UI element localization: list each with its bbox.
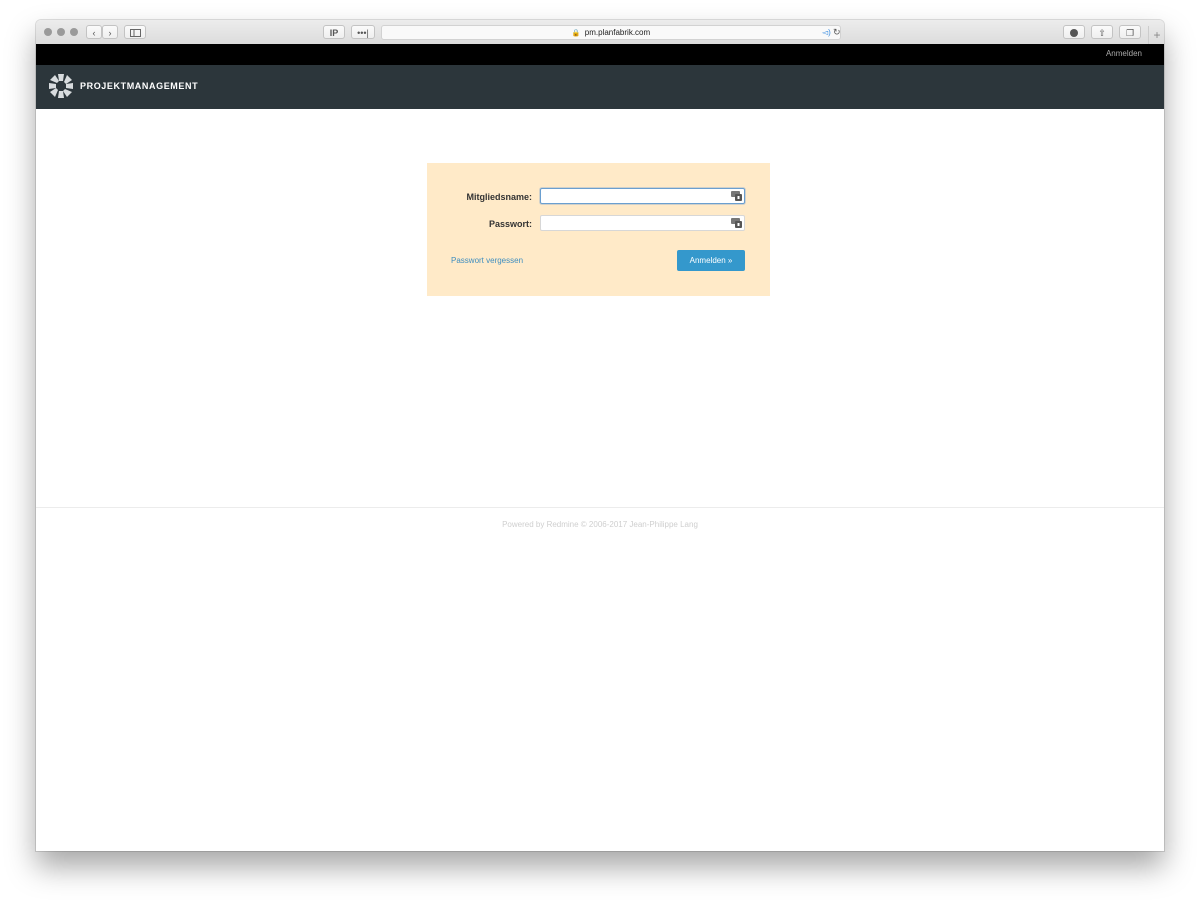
login-button[interactable]: Anmelden »	[677, 250, 745, 271]
chevron-right-icon: ›	[108, 28, 112, 38]
zoom-window-icon[interactable]	[70, 28, 78, 36]
password-manager-icon[interactable]	[731, 191, 742, 201]
lock-icon: 🔒	[571, 30, 581, 37]
password-manager-icon[interactable]	[731, 218, 742, 228]
browser-window: ‹ › IP •••| 🔒 pm.planfabrik.com ◅) ↻ ⇧ ❐	[36, 20, 1164, 851]
username-label: Mitgliedsname:	[466, 192, 532, 202]
footer: Powered by Redmine © 2006-2017 Jean-Phil…	[36, 520, 1164, 529]
password-input[interactable]	[540, 215, 745, 231]
back-button[interactable]: ‹	[86, 25, 102, 39]
browser-toolbar: ‹ › IP •••| 🔒 pm.planfabrik.com ◅) ↻ ⇧ ❐	[36, 20, 1164, 45]
close-window-icon[interactable]	[44, 28, 52, 36]
plus-icon: +	[1153, 28, 1161, 42]
footer-prefix: Powered by	[502, 520, 547, 529]
address-bar[interactable]: 🔒 pm.planfabrik.com ◅) ↻	[381, 25, 841, 40]
tabs-icon: ❐	[1125, 28, 1135, 38]
chevron-left-icon: ‹	[92, 28, 96, 38]
forgot-password-link[interactable]: Passwort vergessen	[451, 256, 523, 265]
account-bar: Anmelden	[36, 44, 1164, 65]
share-icon: ⇧	[1098, 28, 1106, 38]
login-form: Mitgliedsname: Passwort: Passwort verges…	[427, 163, 770, 296]
address-text: pm.planfabrik.com	[584, 28, 651, 37]
sidebar-toggle-button[interactable]	[124, 25, 146, 39]
downloads-button[interactable]	[1063, 25, 1085, 39]
share-button[interactable]: ⇧	[1091, 25, 1113, 39]
extensions-button[interactable]: •••|	[351, 25, 375, 39]
sidebar-icon	[129, 29, 141, 37]
logo-icon	[49, 74, 73, 98]
reload-icon[interactable]: ↻	[833, 26, 841, 39]
login-link[interactable]: Anmelden	[1106, 49, 1142, 58]
download-icon	[1070, 29, 1078, 37]
audio-icon[interactable]: ◅)	[822, 26, 831, 39]
ip-button[interactable]: IP	[323, 25, 345, 39]
password-label: Passwort:	[488, 219, 532, 229]
redmine-link[interactable]: Redmine	[547, 520, 579, 529]
forward-button[interactable]: ›	[102, 25, 118, 39]
username-input[interactable]	[540, 188, 745, 204]
app-header: PROJEKTMANAGEMENT	[36, 65, 1164, 109]
footer-copyright: © 2006-2017 Jean-Philippe Lang	[578, 520, 698, 529]
tabs-overview-button[interactable]: ❐	[1119, 25, 1141, 39]
new-tab-button[interactable]: +	[1148, 26, 1164, 44]
app-title[interactable]: PROJEKTMANAGEMENT	[80, 81, 198, 91]
minimize-window-icon[interactable]	[57, 28, 65, 36]
footer-divider	[36, 507, 1164, 508]
